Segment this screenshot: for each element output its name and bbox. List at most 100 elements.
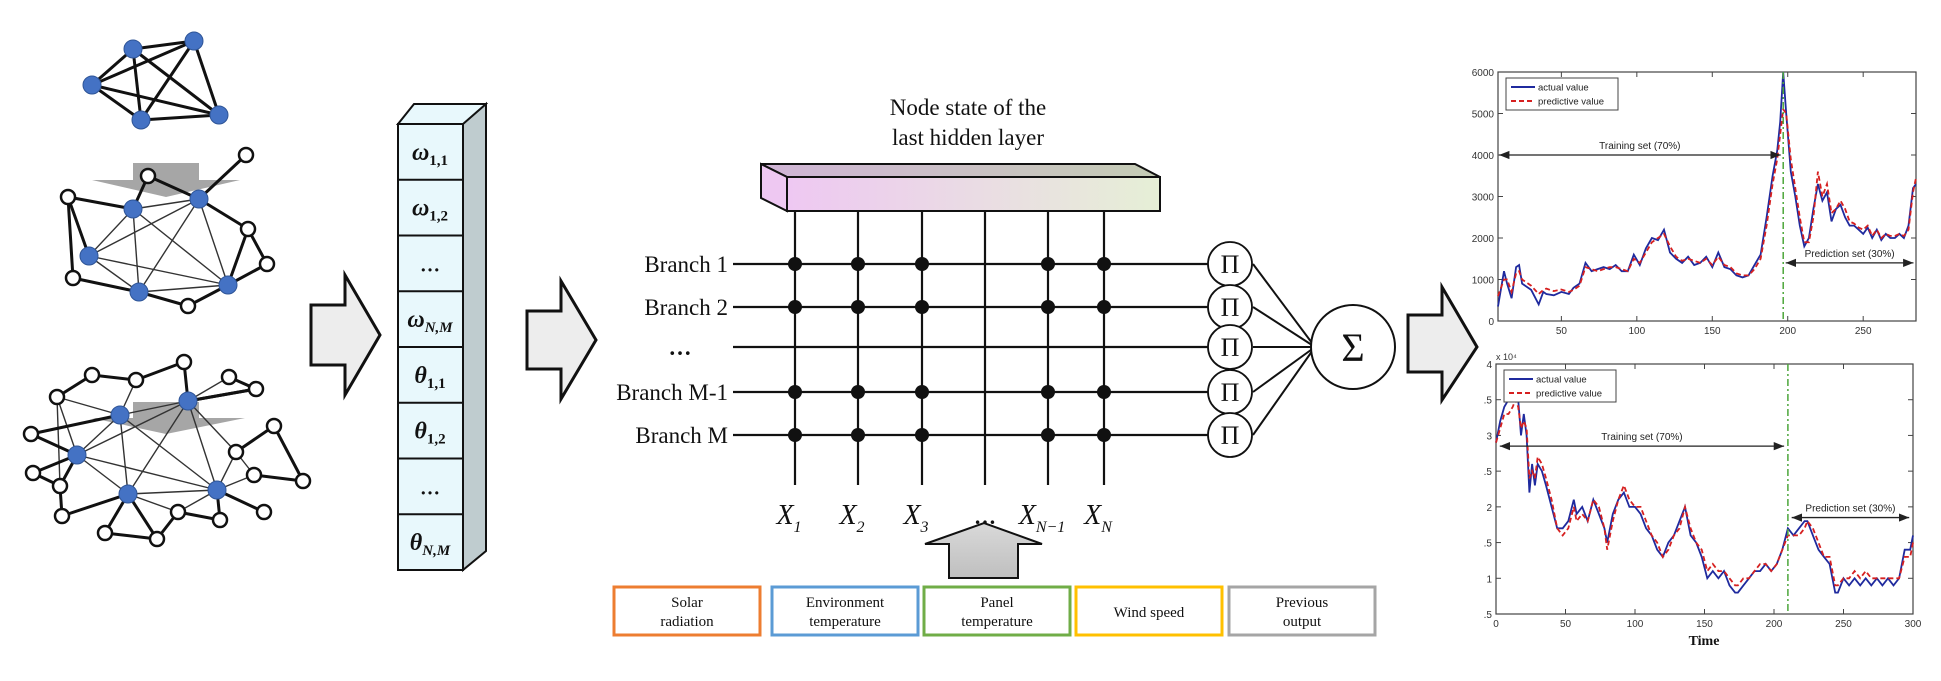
x-tick-label: 150	[1696, 619, 1713, 630]
diagram-canvas: ω1,1ω1,2…ωN,Mθ1,1θ1,2…θN,M Node state of…	[22, 31, 1922, 649]
legend-label: actual value	[1536, 375, 1587, 386]
graph-node	[265, 417, 283, 435]
feature-label: temperature	[961, 614, 1033, 630]
graph-node	[127, 371, 145, 389]
y-tick-label: 1	[1486, 574, 1492, 585]
input-label: X3	[902, 500, 928, 536]
graph-node	[169, 503, 187, 521]
graph-node-core	[79, 246, 99, 266]
vector-cell: …	[420, 254, 440, 276]
right-arrow-1	[309, 269, 382, 401]
x-tick-label: 50	[1560, 619, 1572, 630]
graph-node	[237, 146, 255, 164]
product-symbol: Π	[1221, 293, 1240, 322]
graph-node	[211, 511, 229, 529]
product-to-sum-edge	[1252, 346, 1316, 393]
hidden-layer-title-line2: last hidden layer	[892, 125, 1044, 150]
graph-edge-thin	[132, 208, 140, 293]
feature-label: temperature	[809, 614, 881, 630]
graph-node	[22, 425, 40, 443]
graph-node-core	[178, 391, 198, 411]
branch-label: Branch 2	[644, 295, 728, 320]
graph-node-core	[189, 189, 209, 209]
feature-label: Solar	[671, 595, 703, 611]
graph-edge	[272, 425, 305, 482]
x-tick-label: 300	[1905, 619, 1922, 630]
graph-node	[59, 188, 77, 206]
graph-edge	[140, 113, 220, 122]
branch-label: …	[669, 335, 692, 360]
connection-dot	[915, 385, 929, 399]
product-symbol: Π	[1221, 333, 1240, 362]
y-tick-label: .5	[1484, 467, 1493, 478]
graph-node-core	[207, 480, 227, 500]
graph-edge-thin	[88, 208, 134, 257]
bar-front-face	[786, 176, 1161, 212]
y-tick-label: 5000	[1472, 110, 1495, 121]
x-tick-label: 100	[1627, 619, 1644, 630]
chart-top: 50 100 150 200 250 0 1000 2000 3000 4000 5000 6000 T…	[1472, 68, 1917, 337]
branch-label: Branch M-1	[616, 380, 728, 405]
graph-node-core	[184, 31, 204, 51]
feature-label: radiation	[660, 614, 714, 630]
connection-dot	[915, 300, 929, 314]
graph-node	[220, 368, 238, 386]
y-tick-label: 1000	[1472, 276, 1495, 287]
graph-edge-thin	[76, 454, 218, 491]
x-tick-label: 150	[1704, 326, 1721, 337]
feature-label: Wind speed	[1114, 605, 1185, 621]
graph-node	[255, 503, 273, 521]
right-arrow-2	[525, 275, 598, 405]
feature-label: Previous	[1276, 595, 1329, 611]
graph-node	[53, 507, 71, 525]
graph-edge	[67, 195, 134, 211]
graph-node-core	[110, 405, 130, 425]
legend-label: predictive value	[1536, 389, 1602, 400]
graph-node	[48, 388, 66, 406]
y-tick-label: 3	[1486, 431, 1492, 442]
connection-dot	[1041, 385, 1055, 399]
connection-dot	[851, 428, 865, 442]
product-symbol: Π	[1221, 421, 1240, 450]
input-label: X2	[838, 500, 864, 536]
graph-edge	[131, 48, 143, 121]
connection-dot	[1097, 385, 1111, 399]
chart-bottom: 0 50 100 150 200 250 300 .5 1 .5 2 .5 3 .5 4 x 10⁴ Train…	[1484, 352, 1922, 649]
graph-node-core	[118, 484, 138, 504]
y-tick-label: .5	[1484, 539, 1493, 550]
right-arrow-3	[1406, 281, 1479, 405]
graph-node	[247, 380, 265, 398]
graph-node-core	[123, 199, 143, 219]
branch-grid	[733, 211, 1212, 485]
graph-node	[245, 466, 263, 484]
graph-node	[258, 255, 276, 273]
up-arrow	[924, 521, 1043, 579]
feature-label: Environment	[806, 595, 885, 611]
connection-dot	[1041, 428, 1055, 442]
y-tick-label: 2000	[1472, 234, 1495, 245]
y-tick-label: 4000	[1472, 151, 1495, 162]
connection-dot	[915, 428, 929, 442]
graph-node	[24, 464, 42, 482]
legend: actual value predictive value	[1503, 369, 1617, 403]
graph-stage-3	[22, 353, 312, 548]
x-tick-label: 250	[1855, 326, 1872, 337]
connection-dot	[1097, 300, 1111, 314]
product-symbol: Π	[1221, 250, 1240, 279]
connection-dot	[1041, 300, 1055, 314]
graph-edge-thin	[187, 400, 218, 491]
graph-edge-thin	[198, 198, 229, 286]
y-tick-label: .5	[1484, 610, 1493, 621]
input-label: X1	[775, 500, 801, 536]
graph-edge-thin	[119, 414, 129, 495]
connection-dot	[851, 385, 865, 399]
graph-edge-thin	[56, 396, 121, 416]
graph-node-core	[218, 275, 238, 295]
graph-node	[139, 167, 157, 185]
y-multiplier: x 10⁴	[1496, 352, 1517, 362]
product-to-sum-edge	[1252, 263, 1316, 348]
feature-box: Environment temperature	[770, 585, 920, 637]
connection-dot	[1041, 257, 1055, 271]
graph-node	[83, 366, 101, 384]
connection-dot	[788, 428, 802, 442]
